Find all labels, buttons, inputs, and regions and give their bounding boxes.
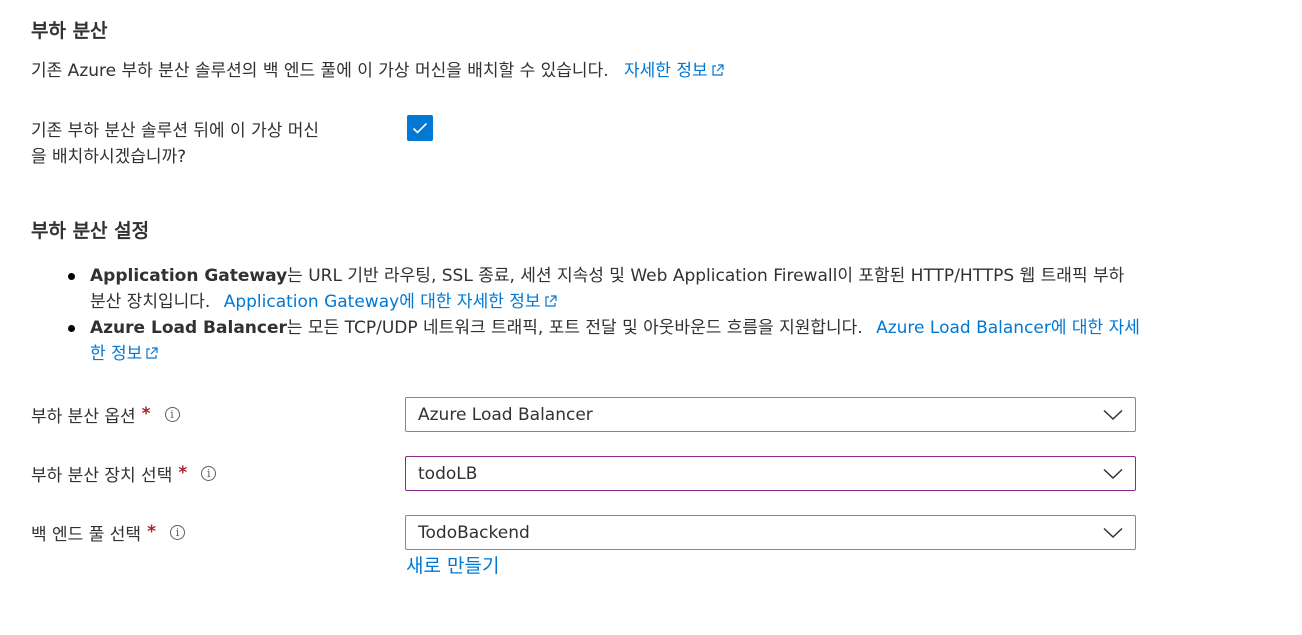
checkmark-icon: [412, 122, 428, 134]
chevron-down-icon: [1103, 527, 1123, 538]
info-icon[interactable]: i: [201, 465, 217, 481]
required-marker: *: [147, 522, 156, 542]
placement-question-line2: 을 배치하시겠습니까?: [31, 147, 187, 167]
info-icon[interactable]: i: [164, 406, 180, 422]
lb-option-label: 부하 분산 옵션 * i: [31, 402, 180, 427]
field-label-text: 백 엔드 풀 선택: [31, 524, 142, 545]
bullet-text: 는 모든 TCP/UDP 네트워크 트래픽, 포트 전달 및 아웃바운드 흐름을…: [286, 318, 863, 338]
dropdown-value: todoLB: [418, 463, 478, 484]
app-gateway-learn-more-link[interactable]: Application Gateway에 대한 자세한 정보: [224, 292, 557, 312]
lb-option-dropdown[interactable]: Azure Load Balancer: [405, 397, 1136, 432]
placement-question-line1: 기존 부하 분산 솔루션 뒤에 이 가상 머신: [31, 121, 320, 141]
link-main: Azure Load Balancer: [876, 318, 1051, 338]
place-behind-lb-checkbox[interactable]: [407, 115, 433, 141]
external-link-icon: [712, 64, 724, 76]
create-new-backend-pool-link[interactable]: 새로 만들기: [406, 551, 499, 578]
bullet-bold-title: Azure Load Balancer: [90, 318, 287, 338]
external-link-icon: [544, 295, 557, 307]
description-text: 기존 Azure 부하 분산 솔루션의 백 엔드 풀에 이 가상 머신을 배치할…: [31, 61, 609, 81]
required-marker: *: [178, 463, 188, 483]
link-main: Application Gateway: [223, 292, 400, 312]
chevron-down-icon: [1103, 409, 1123, 420]
placement-question: 기존 부하 분산 솔루션 뒤에 이 가상 머신 을 배치하시겠습니까?: [31, 118, 391, 170]
list-item-azure-load-balancer: Azure Load Balancer는 모든 TCP/UDP 네트워크 트래픽…: [68, 315, 1145, 367]
backend-pool-dropdown[interactable]: TodoBackend: [405, 515, 1136, 550]
lb-select-dropdown[interactable]: todoLB: [405, 456, 1136, 491]
backend-pool-label: 백 엔드 풀 선택 * i: [31, 520, 185, 545]
list-item-application-gateway: Application Gateway는 URL 기반 라우팅, SSL 종료,…: [68, 263, 1145, 315]
section-title-lb-settings: 부하 분산 설정: [31, 220, 150, 242]
required-marker: *: [141, 404, 151, 424]
lb-select-label: 부하 분산 장치 선택 * i: [31, 461, 217, 486]
bullet-dot: [68, 325, 75, 332]
info-icon[interactable]: i: [169, 524, 185, 540]
external-link-icon: [146, 347, 158, 359]
lb-options-list: Application Gateway는 URL 기반 라우팅, SSL 종료,…: [68, 263, 1145, 367]
dropdown-value: TodoBackend: [418, 522, 530, 543]
section-description: 기존 Azure 부하 분산 솔루션의 백 엔드 풀에 이 가상 머신을 배치할…: [31, 58, 724, 84]
dropdown-value: Azure Load Balancer: [418, 404, 593, 425]
chevron-down-icon: [1103, 468, 1123, 479]
section-title-load-balancing: 부하 분산: [31, 20, 108, 42]
learn-more-link[interactable]: 자세한 정보: [624, 61, 724, 81]
bullet-bold-title: Application Gateway: [90, 266, 288, 286]
field-label-text: 부하 분산 옵션: [31, 406, 136, 427]
link-suffix: 에 대한 자세한 정보: [399, 292, 541, 312]
field-label-text: 부하 분산 장치 선택: [31, 465, 173, 486]
bullet-dot: [68, 273, 75, 280]
learn-more-label: 자세한 정보: [624, 61, 708, 81]
